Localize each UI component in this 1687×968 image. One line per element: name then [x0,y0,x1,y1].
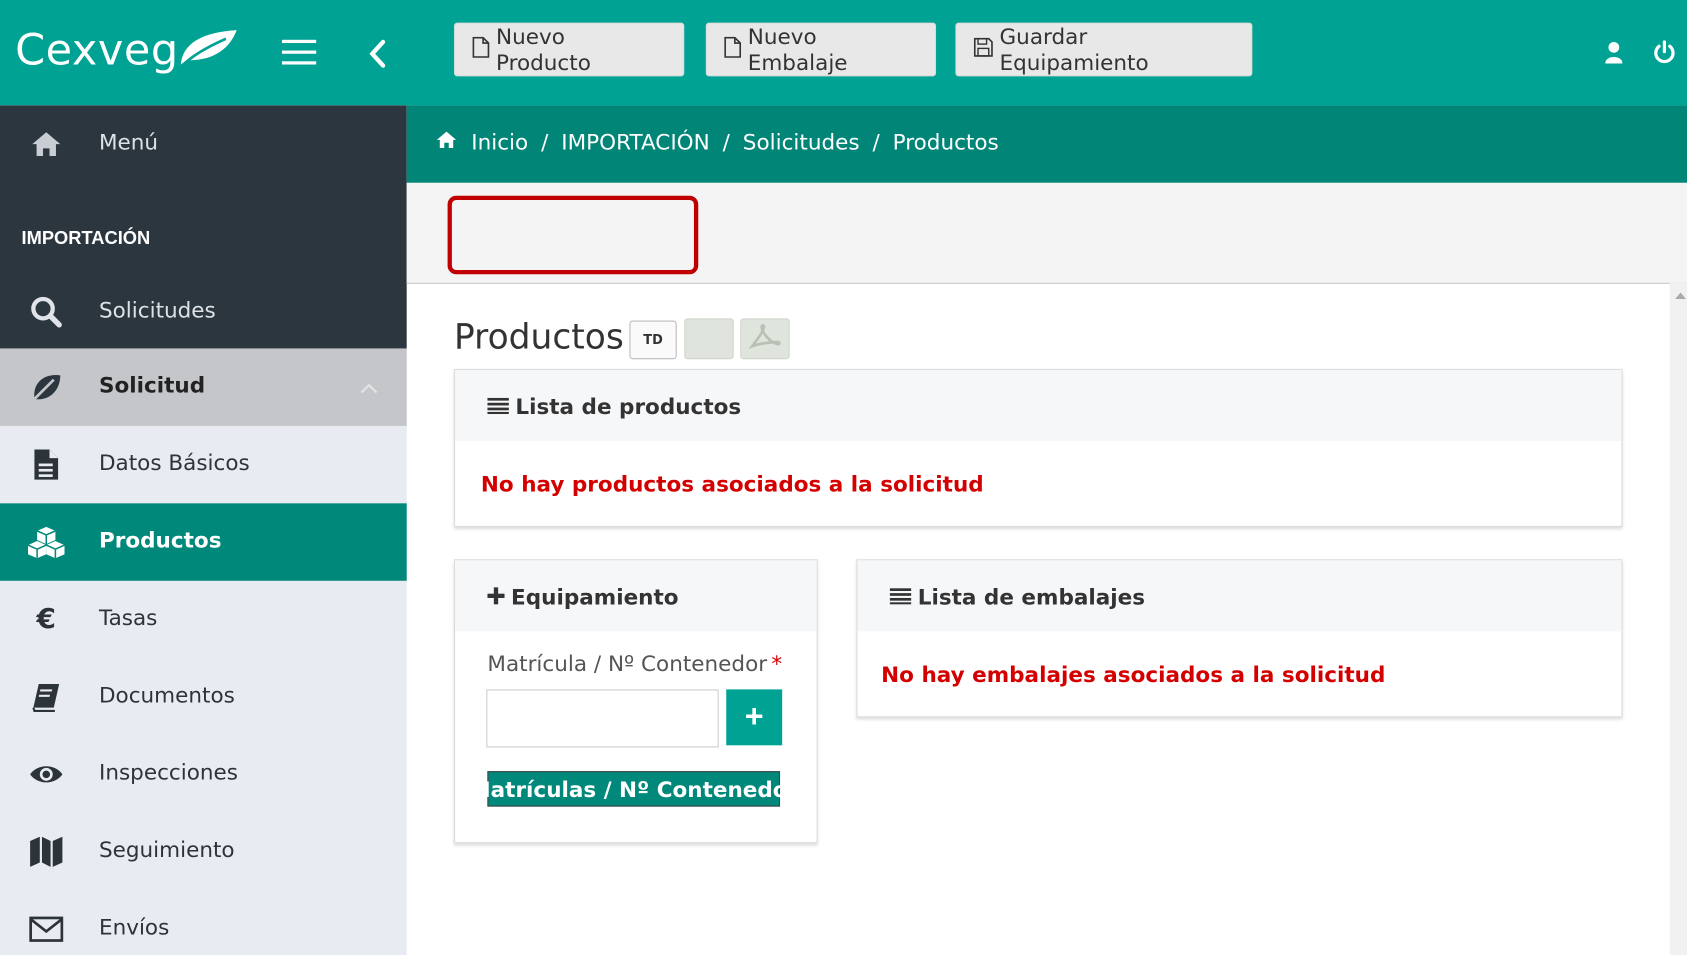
sidebar-item-label: Envíos [98,914,170,940]
sidebar-item-label: Documentos [98,681,235,708]
nuevo-producto-button[interactable]: Nuevo Producto [454,22,685,77]
nuevo-embalaje-label: Nuevo Embalaje [747,23,848,76]
panel-header: Lista de embalajes [857,560,1622,632]
sidebar-item-label: Solicitud [98,372,206,398]
cubes-icon [27,525,65,559]
panel-header: Equipamiento [455,560,817,632]
nuevo-embalaje-button[interactable]: Nuevo Embalaje [705,22,937,77]
sidebar-item-menu[interactable]: Menú [0,105,407,182]
sidebar-item-label: Inspecciones [98,759,238,786]
breadcrumb-separator: / [541,129,549,155]
eye-icon [28,757,65,791]
breadcrumb-separator: / [872,129,880,155]
guardar-equipamiento-label: Guardar Equipamiento [999,23,1149,76]
guardar-equipamiento-button[interactable]: Guardar Equipamiento [955,22,1253,77]
app-window: Cexveg Menú IMPORTACIÓN Solicitudes Soli… [0,0,1687,956]
acrobat-icon [747,324,781,354]
breadcrumb-inicio[interactable]: Inicio [471,129,528,155]
sidebar-item-inspecciones[interactable]: Inspecciones [0,736,407,813]
plus-icon [487,584,505,610]
sidebar-dark-section: Menú IMPORTACIÓN Solicitudes [0,105,407,350]
sidebar: Menú IMPORTACIÓN Solicitudes Solicitud D… [0,105,407,956]
breadcrumb-importacion[interactable]: IMPORTACIÓN [561,129,709,155]
user-icon[interactable] [1603,41,1625,69]
productos-empty-message: No hay productos asociados a la solicitu… [480,471,984,497]
sidebar-item-label: Tasas [98,604,158,631]
panel-title: Lista de embalajes [889,583,1146,610]
page-title: Productos [454,316,624,358]
nuevo-producto-label: Nuevo Producto [495,23,591,76]
sidebar-item-label: Datos Básicos [98,449,250,476]
map-icon [28,835,65,869]
panel-title: Lista de productos [487,393,742,420]
search-icon [28,295,65,329]
required-mark: * [771,650,783,677]
matricula-label-text: Matrícula / Nº Contenedor [487,650,768,677]
breadcrumb-current: Productos [892,129,999,155]
pdf-export-button[interactable] [740,318,790,360]
file-icon [28,447,65,481]
embalajes-panel: Lista de embalajes No hay embalajes asoc… [856,559,1623,718]
euro-icon: € [36,603,56,636]
matriculas-table-header: Matrículas / Nº Contenedor [469,771,798,807]
sidebar-item-label: Productos [98,526,222,553]
sidebar-item-seguimiento[interactable]: Seguimiento [0,813,407,890]
blank-action-button[interactable] [684,318,734,360]
hamburger-menu-icon[interactable] [281,37,317,71]
sidebar-section-title: IMPORTACIÓN [21,228,151,249]
action-toolbar [406,182,1687,284]
chevron-left-icon[interactable] [368,39,387,73]
panel-title-text: Lista de productos [515,393,742,420]
scrollbar-track[interactable] [1669,282,1687,956]
sidebar-item-tasas[interactable]: € Tasas [0,581,407,658]
chevron-up-icon [359,379,378,399]
sidebar-item-documentos[interactable]: Documentos [0,658,407,735]
home-icon [435,129,459,155]
list-icon [487,394,509,420]
book-icon [28,680,65,714]
breadcrumb-separator: / [722,129,730,155]
floppy-disk-icon [973,37,993,63]
embalajes-empty-message: No hay embalajes asociados a la solicitu… [881,661,1386,688]
matricula-input[interactable] [486,689,719,748]
app-logo-text[interactable]: Cexveg [15,26,179,75]
td-badge-button[interactable]: TD [629,320,677,360]
scroll-up-arrow-icon[interactable] [1675,292,1686,299]
matricula-field-label: Matrícula / Nº Contenedor * [487,651,782,677]
file-outline-icon [724,36,742,63]
leaf-icon [28,370,65,404]
sidebar-item-productos[interactable]: Productos [0,503,407,581]
breadcrumb-bar: Inicio / IMPORTACIÓN / Solicitudes / Pro… [406,105,1687,183]
panel-title-text: Equipamiento [511,583,679,610]
file-outline-icon [472,36,490,63]
envelope-icon [28,912,65,946]
sidebar-item-envios[interactable]: Envíos [0,891,407,968]
sidebar-item-label: Seguimiento [98,836,235,863]
breadcrumb-solicitudes[interactable]: Solicitudes [743,129,860,155]
sidebar-item-solicitud[interactable]: Solicitud [0,348,407,426]
sidebar-item-solicitudes[interactable]: Solicitudes [0,273,407,350]
productos-panel: Lista de productos No hay productos asoc… [454,368,1623,527]
sidebar-item-label: Solicitudes [98,296,216,323]
equipamiento-panel: Equipamiento Matrícula / Nº Contenedor * … [454,559,818,844]
panel-title-text: Lista de embalajes [917,583,1146,610]
add-matricula-button[interactable]: + [726,689,783,746]
sidebar-item-label: Menú [98,129,159,155]
leaf-logo-icon [176,28,238,75]
power-icon[interactable] [1653,40,1677,70]
panel-header: Lista de productos [455,369,1622,441]
home-icon [28,127,65,161]
panel-title: Equipamiento [487,583,679,610]
sidebar-item-datos-basicos[interactable]: Datos Básicos [0,426,407,503]
breadcrumb: Inicio / IMPORTACIÓN / Solicitudes / Pro… [435,129,999,155]
list-icon [889,584,912,610]
